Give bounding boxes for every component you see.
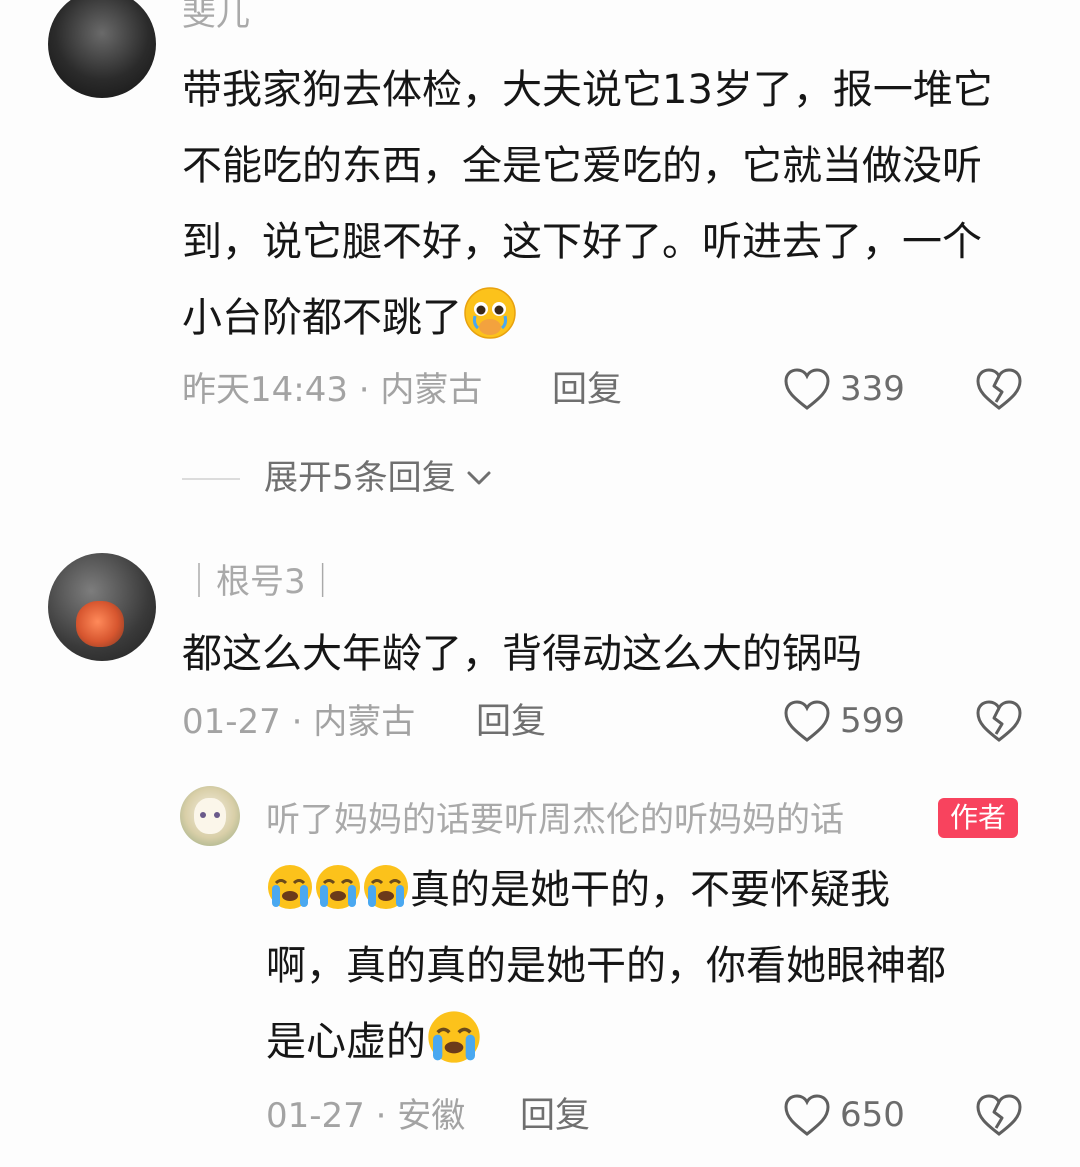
- divider: [182, 478, 240, 480]
- reply-text-line: 真的是她干的，不要怀疑我: [266, 852, 1046, 928]
- avatar[interactable]: [48, 0, 156, 98]
- like-count: 339: [840, 369, 905, 409]
- like-button[interactable]: 650: [782, 1092, 905, 1138]
- comment-time-location: 昨天14:43 · 内蒙古: [182, 370, 483, 410]
- avatar[interactable]: [48, 553, 156, 661]
- loudly-crying-face-icon: [428, 1011, 480, 1063]
- author-badge: 作者: [938, 798, 1019, 838]
- broken-heart-icon: [976, 368, 1022, 410]
- like-button[interactable]: 339: [782, 366, 905, 412]
- broken-heart-icon: [976, 700, 1022, 742]
- comment-username[interactable]: ｜根号3｜: [182, 562, 340, 602]
- reply-button[interactable]: 回复: [520, 1096, 590, 1136]
- reply-text: 真的是她干的，不要怀疑我 啊，真的真的是她干的，你看她眼神都 是心虚的: [266, 852, 1046, 1080]
- reply-button[interactable]: 回复: [476, 702, 546, 742]
- reply-button[interactable]: 回复: [552, 370, 622, 410]
- loudly-crying-face-icon: [364, 865, 408, 909]
- broken-heart-icon: [976, 1094, 1022, 1136]
- reply-username[interactable]: 听了妈妈的话要听周杰伦的听妈妈的话: [266, 800, 844, 840]
- dislike-button[interactable]: [974, 1092, 1024, 1142]
- loudly-crying-face-icon: [268, 865, 312, 909]
- reply-time-location: 01-27 · 安徽: [266, 1096, 466, 1136]
- dislike-button[interactable]: [974, 698, 1024, 748]
- reply-text-line: 是心虚的: [266, 1004, 1046, 1080]
- like-count: 650: [840, 1095, 905, 1135]
- comment-time-location: 01-27 · 内蒙古: [182, 702, 416, 742]
- comment-username[interactable]: 斐儿: [182, 0, 250, 34]
- reply-text-segment: 是心虚的: [266, 1019, 426, 1065]
- like-count: 599: [840, 701, 905, 741]
- comment-body: 带我家狗去体检，大夫说它13岁了，报一堆它不能吃的东西，全是它爱吃的，它就当做没…: [182, 67, 993, 341]
- avatar[interactable]: [180, 786, 240, 846]
- chevron-down-icon: [467, 471, 491, 485]
- loudly-crying-face-icon: [316, 865, 360, 909]
- expand-replies-label: 展开5条回复: [264, 458, 456, 498]
- pleading-face-icon: [464, 287, 516, 339]
- heart-icon: [784, 700, 830, 742]
- heart-icon: [784, 368, 830, 410]
- like-button[interactable]: 599: [782, 698, 905, 744]
- heart-icon: [784, 1094, 830, 1136]
- comment-text: 都这么大年龄了，背得动这么大的锅吗: [182, 631, 862, 677]
- reply-text-segment: 真的是她干的，不要怀疑我: [410, 867, 890, 913]
- dislike-button[interactable]: [974, 366, 1024, 416]
- reply-text-line: 啊，真的真的是她干的，你看她眼神都: [266, 943, 946, 989]
- expand-replies-button[interactable]: 展开5条回复: [264, 458, 496, 498]
- comment-text: 带我家狗去体检，大夫说它13岁了，报一堆它不能吃的东西，全是它爱吃的，它就当做没…: [182, 52, 1012, 356]
